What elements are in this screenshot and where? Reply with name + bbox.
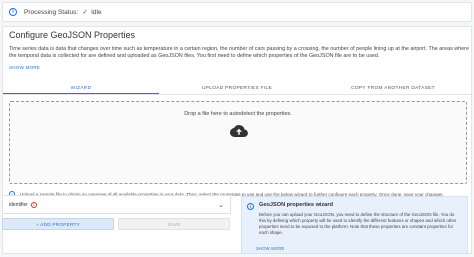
info-icon: i [9,8,17,16]
add-property-button[interactable]: + ADD PROPERTY [2,218,114,230]
panel-title: GeoJSON properties wizard [259,202,333,208]
property-actions: + ADD PROPERTY SAVE [2,218,231,230]
tab-wizard[interactable]: WIZARD [3,83,159,94]
check-icon: ✓ [82,9,89,16]
cloud-upload-icon [230,124,248,138]
page-title: Configure GeoJSON Properties [9,30,136,40]
processing-status-bar: i Processing Status: ✓ Idle [2,2,472,22]
chevron-down-icon[interactable]: ⌄ [218,201,224,209]
status-label: Processing Status: [24,8,79,16]
status-value: Idle [91,8,102,16]
show-more-link[interactable]: SHOW MORE [9,65,40,70]
panel-show-more-link[interactable]: SHOW MORE [256,246,285,251]
page: i Processing Status: ✓ Idle Configure Ge… [0,0,474,257]
description-text: Time series data is data that changes ov… [9,46,469,59]
info-icon: i [247,203,254,210]
property-name: identifier [9,201,28,208]
property-row-identifier[interactable]: identifier ! ⌄ [2,195,231,214]
tab-copy-from-another-dataset[interactable]: COPY FROM ANOTHER DATASET [315,83,471,94]
file-dropzone[interactable]: Drop a file here to autodetect the prope… [9,101,467,184]
save-button[interactable]: SAVE [118,218,230,230]
tab-bar: WIZARD UPLOAD PROPERTIES FILE COPY FROM … [3,83,471,95]
dropzone-text: Drop a file here to autodetect the prope… [184,111,292,117]
error-icon: ! [30,201,37,208]
wizard-info-panel: i GeoJSON properties wizard Before you c… [241,196,468,254]
panel-text: Before you can upload your GeoJSON, you … [259,212,457,235]
tab-upload-properties-file[interactable]: UPLOAD PROPERTIES FILE [159,83,315,94]
